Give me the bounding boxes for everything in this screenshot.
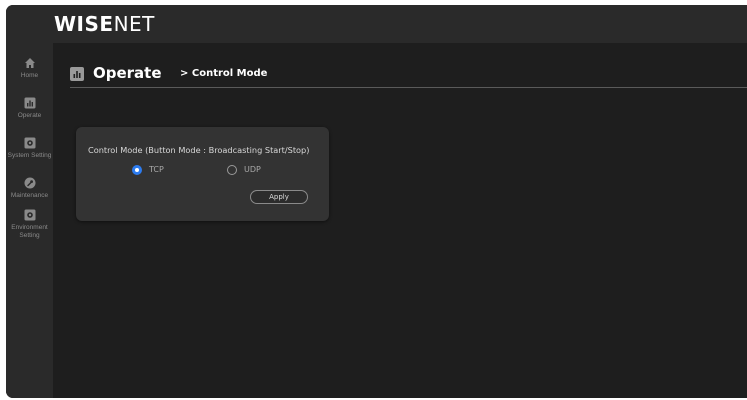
sidebar: Home Operate System Setting Maintenance … <box>6 43 53 398</box>
page-header: Operate > Control Mode <box>70 63 747 88</box>
app-window: WISENET Home Operate System Setting Main… <box>6 5 747 398</box>
sidebar-item-label: System Setting <box>7 152 52 159</box>
gear-icon <box>24 137 35 149</box>
operate-icon <box>24 97 35 109</box>
radio-unchecked-icon <box>227 165 237 175</box>
sidebar-item-label: Environment <box>11 224 48 231</box>
sidebar-item-operate[interactable]: Operate <box>6 97 53 120</box>
wrench-icon <box>24 177 35 189</box>
sidebar-item-maintenance[interactable]: Maintenance <box>6 177 53 200</box>
sidebar-item-environment-setting[interactable]: Environment Setting <box>6 209 53 240</box>
sidebar-item-label: Maintenance <box>10 192 49 199</box>
gear-icon <box>24 209 35 221</box>
sidebar-item-home[interactable]: Home <box>6 57 53 80</box>
control-mode-title: Control Mode (Button Mode : Broadcasting… <box>88 145 310 155</box>
home-icon <box>24 58 35 68</box>
logo-bold-text: WISE <box>54 12 114 36</box>
page-title: Operate <box>93 64 162 82</box>
control-mode-panel: Control Mode (Button Mode : Broadcasting… <box>76 127 329 221</box>
breadcrumb: > Control Mode <box>180 68 268 79</box>
radio-udp-label: UDP <box>244 165 261 174</box>
sidebar-item-label: Home <box>20 72 39 79</box>
main-content: Operate > Control Mode Control Mode (But… <box>53 43 747 398</box>
apply-button[interactable]: Apply <box>250 190 308 204</box>
radio-checked-icon <box>132 165 142 175</box>
sidebar-item-system-setting[interactable]: System Setting <box>6 137 53 160</box>
wisenet-logo: WISENET <box>54 12 155 36</box>
radio-tcp[interactable]: TCP <box>132 164 192 178</box>
radio-tcp-label: TCP <box>149 165 164 174</box>
operate-icon <box>70 67 84 81</box>
sidebar-item-label-line2: Setting <box>19 232 40 239</box>
logo-light-text: NET <box>113 12 155 36</box>
radio-udp[interactable]: UDP <box>227 164 287 178</box>
sidebar-item-label: Operate <box>17 112 42 119</box>
header-bar: WISENET <box>6 5 747 43</box>
